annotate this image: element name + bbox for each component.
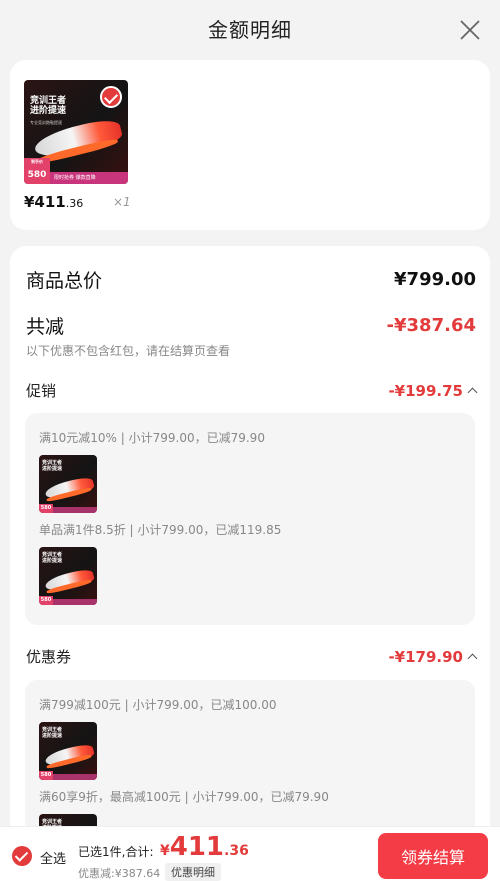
modal-title: 金额明细 [208, 18, 292, 42]
coupon-rule: 满799减100元 | 小计799.00，已减100.00 [39, 698, 277, 712]
chevron-up-icon[interactable] [467, 653, 478, 664]
total-amount: ¥411.36 [160, 832, 249, 862]
check-icon[interactable] [100, 86, 122, 108]
promotion-label: 促销 [26, 382, 57, 400]
total-price-row: 商品总价 ¥799.00 [26, 266, 476, 293]
promotion-row[interactable]: 促销 -¥199.75 [26, 380, 478, 401]
close-icon[interactable] [458, 18, 482, 42]
thumbnail-slogan: 竞训王者 进阶提速 [30, 96, 67, 117]
select-all-label[interactable]: 全选 [40, 848, 66, 867]
checkout-bar: 全选 已选1件,合计: ¥411.36 优惠减:¥387.64 优惠明细 领券结… [0, 826, 500, 881]
selected-count-text: 已选1件,合计: [78, 845, 154, 859]
thumbnail-price-tag: 到手价 580 [24, 158, 50, 184]
product-thumbnail[interactable]: 竞训王者 进阶提速 专业竞训跑鞋提速 到手价 580 限时抢券 爆款直降 [24, 80, 128, 184]
thumbnail-promo: 限时抢券 爆款直降 [50, 172, 128, 184]
promotion-rule: 单品满1件8.5折 | 小计799.00，已减119.85 [39, 523, 282, 537]
discount-note: 以下优惠不包含红包，请在结算页查看 [26, 344, 231, 358]
select-all-checkbox[interactable] [12, 846, 32, 866]
product-quantity: ×1 [113, 195, 131, 209]
checkout-button[interactable]: 领券结算 [378, 833, 488, 879]
coupon-label: 优惠券 [26, 648, 72, 666]
product-thumbnail: 竞训王者 进阶提速 580 [39, 722, 97, 780]
amount-detail-card: 商品总价 ¥799.00 共减 -¥387.64 以下优惠不包含红包，请在结算页… [10, 246, 490, 881]
product-price: ¥411.36 [24, 193, 84, 211]
discount-row: 共减 -¥387.64 [26, 312, 476, 339]
coupon-amount: -¥179.90 [388, 647, 463, 666]
product-thumbnail: 竞训王者 进阶提速 580 [39, 455, 97, 513]
promotion-panel: 满10元减10% | 小计799.00，已减79.90 竞训王者 进阶提速 58… [25, 413, 475, 625]
discount-summary: 优惠减:¥387.64 [78, 867, 161, 880]
thumbnail-subtext: 专业竞训跑鞋提速 [30, 120, 62, 125]
promotion-rule: 满10元减10% | 小计799.00，已减79.90 [39, 431, 265, 445]
discount-detail-button[interactable]: 优惠明细 [165, 863, 221, 881]
product-thumbnail: 竞训王者 进阶提速 580 [39, 547, 97, 605]
total-price-label: 商品总价 [26, 270, 103, 292]
total-price-value: ¥799.00 [394, 269, 476, 290]
discount-value: -¥387.64 [386, 315, 476, 336]
chevron-up-icon[interactable] [467, 387, 478, 398]
discount-label: 共减 [26, 316, 65, 338]
coupon-row[interactable]: 优惠券 -¥179.90 [26, 646, 478, 667]
coupon-rule: 满60享9折，最高减100元 | 小计799.00，已减79.90 [39, 790, 329, 804]
modal-header: 金额明细 [0, 0, 500, 60]
promotion-amount: -¥199.75 [388, 381, 463, 400]
